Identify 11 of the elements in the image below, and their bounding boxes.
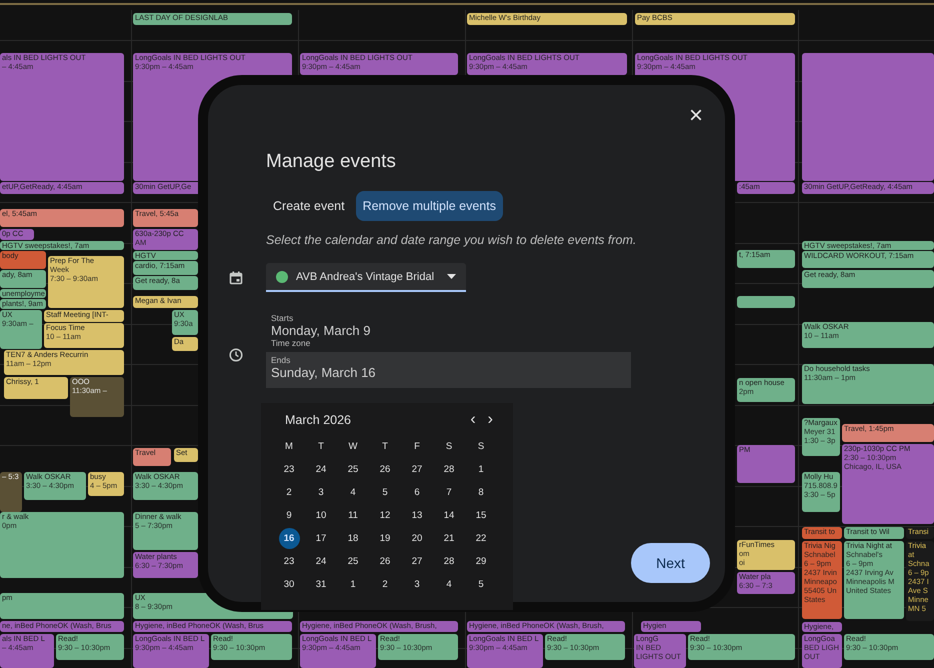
instruction-text: Select the calendar and date range you wish to delete events from. [266,233,638,247]
dialog-title: Manage events [266,151,397,173]
month-label: March 2026 [285,413,352,427]
weekday-label: W [348,441,358,452]
calendar-name: AVB Andrea's Vintage Bridal [296,270,436,282]
weekday-label: S [446,441,452,452]
weekday-label: T [382,441,388,452]
weekday-label: S [478,441,484,452]
weekday-label: M [285,441,293,452]
weekday-label: F [414,441,420,452]
weekday-label: T [318,441,324,452]
